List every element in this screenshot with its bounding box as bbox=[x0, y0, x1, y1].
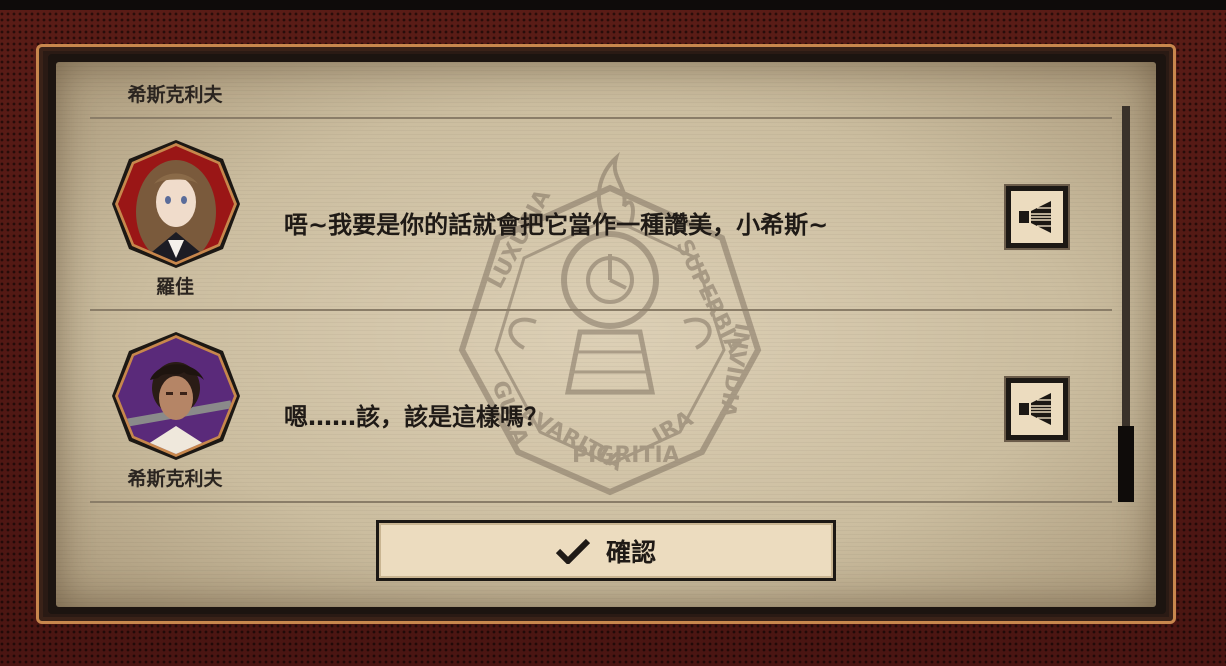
speaker-icon bbox=[1019, 201, 1051, 233]
entry-divider bbox=[90, 309, 1112, 311]
speaker-name: 羅佳 bbox=[155, 276, 194, 298]
dialogue-line: 嗯……該，該是這樣嗎？ bbox=[284, 403, 548, 431]
confirm-button[interactable]: 確認 bbox=[376, 520, 836, 581]
limbus-company-emblem-icon: LUXURIA GULA SUPERBIA INVIDIA PIGRITIA I… bbox=[458, 151, 762, 496]
heathcliff-portrait-avatar bbox=[112, 332, 240, 460]
dialogue-line: 唔~我要是你的話就會把它當作一種讚美，小希斯~ bbox=[284, 211, 829, 239]
dialog-log-panel: LUXURIA GULA SUPERBIA INVIDIA PIGRITIA I… bbox=[56, 62, 1156, 607]
entry-divider bbox=[90, 501, 1112, 503]
speaker-name: 希斯克利夫 bbox=[127, 468, 223, 490]
entry-divider bbox=[90, 117, 1112, 119]
play-voice-button[interactable] bbox=[1006, 186, 1068, 248]
scrollbar-thumb[interactable] bbox=[1118, 426, 1134, 502]
checkmark-icon bbox=[555, 538, 590, 564]
confirm-label: 確認 bbox=[605, 537, 656, 567]
play-voice-button[interactable] bbox=[1006, 378, 1068, 440]
speaker-icon bbox=[1019, 393, 1051, 425]
rodion-portrait-avatar bbox=[112, 140, 240, 268]
speaker-name: 希斯克利夫 bbox=[127, 84, 223, 106]
